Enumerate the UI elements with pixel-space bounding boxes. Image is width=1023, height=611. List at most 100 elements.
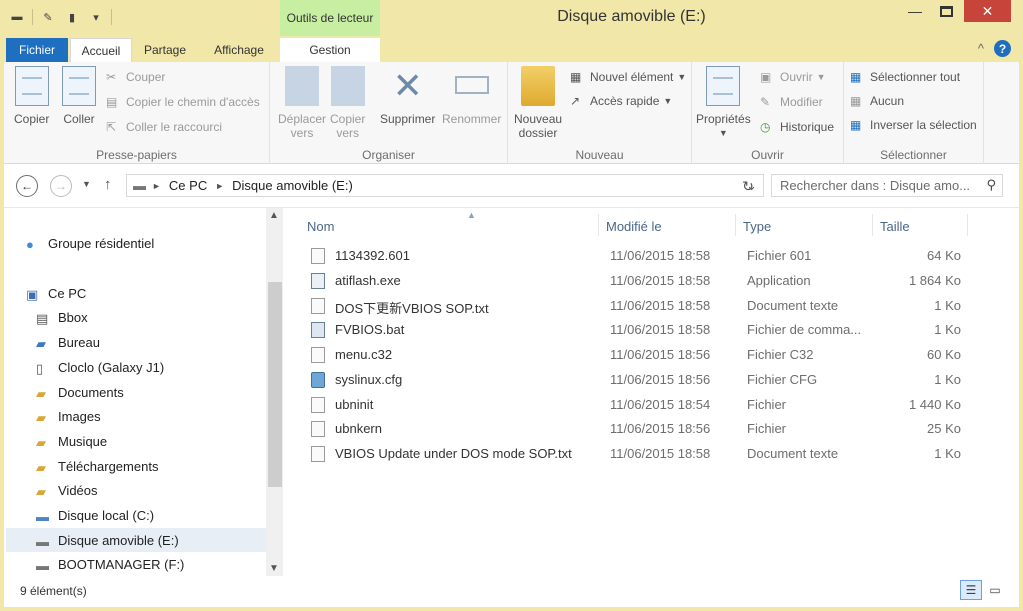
table-row[interactable]: VBIOS Update under DOS mode SOP.txt 11/06… <box>301 442 961 466</box>
context-tab-drive-tools[interactable]: Outils de lecteur <box>280 0 380 36</box>
navigation-pane: ● Groupe résidentiel ▣ Ce PC ▤ Bbox ▰ Bure… <box>4 208 287 576</box>
breadcrumb-current[interactable]: Disque amovible (E:) <box>232 178 353 193</box>
file-size: 1 864 Ko <box>908 273 961 288</box>
column-header-name[interactable]: Nom ▲ <box>307 210 597 238</box>
table-row[interactable]: menu.c32 11/06/2015 18:56 Fichier C32 60 Ko <box>301 343 961 367</box>
nav-scrollbar[interactable]: ▲ ▼ <box>266 208 283 576</box>
paste-button[interactable]: Coller <box>62 66 96 126</box>
rename-button[interactable]: Renommer <box>442 66 501 126</box>
scroll-up-icon[interactable]: ▲ <box>269 210 279 221</box>
column-divider[interactable] <box>735 214 736 236</box>
collapse-ribbon-icon[interactable]: ^ <box>978 41 984 56</box>
drive-icon: ▬ <box>133 178 146 193</box>
history-icon: ◷ <box>760 120 771 134</box>
edit-button[interactable]: ✎ Modifier <box>760 95 823 109</box>
tab-manage[interactable]: Gestion <box>280 38 380 62</box>
select-none-button[interactable]: ▦ Aucun <box>850 94 904 108</box>
new-folder-button[interactable]: Nouveau dossier <box>514 66 562 140</box>
select-all-button[interactable]: ▦ Sélectionner tout <box>850 70 960 84</box>
nav-item-desktop[interactable]: ▰ Bureau <box>36 335 100 351</box>
new-item-label: Nouvel élément <box>590 70 674 84</box>
title-bar: ▬ ✎ ▮ ▾ Outils de lecteur Disque amovibl… <box>4 0 1019 36</box>
tab-home[interactable]: Accueil <box>70 38 132 62</box>
tab-share[interactable]: Partage <box>134 38 196 62</box>
move-to-button[interactable]: Déplacer vers <box>278 66 326 140</box>
tab-view[interactable]: Affichage <box>204 38 274 62</box>
nav-item-videos[interactable]: ▰ Vidéos <box>36 483 98 499</box>
column-divider[interactable] <box>598 214 599 236</box>
close-button[interactable]: ✕ <box>964 0 1011 22</box>
delete-button[interactable]: ✕ Supprimer <box>380 66 435 127</box>
history-button[interactable]: ◷ Historique <box>760 120 834 134</box>
nav-item-downloads[interactable]: ▰ Téléchargements <box>36 459 158 475</box>
column-header-type[interactable]: Type <box>743 214 871 238</box>
details-view-button[interactable]: ☰ <box>960 580 982 600</box>
forward-button[interactable]: → <box>50 175 72 197</box>
properties-button[interactable]: Propriétés ▼ <box>696 66 751 140</box>
scrollbar-thumb[interactable] <box>268 282 282 487</box>
invert-selection-button[interactable]: ▦ Inverser la sélection <box>850 118 977 132</box>
back-button[interactable]: ← <box>16 175 38 197</box>
table-row[interactable]: FVBIOS.bat 11/06/2015 18:58 Fichier de com… <box>301 318 961 342</box>
breadcrumb-this-pc[interactable]: Ce PC <box>169 178 207 193</box>
table-row[interactable]: DOS下更新VBIOS SOP.txt 11/06/2015 18:58 Docum… <box>301 294 961 318</box>
new-item-button[interactable]: ▦ Nouvel élément ▼ <box>570 70 686 84</box>
copy-to-button[interactable]: Copier vers <box>330 66 365 140</box>
group-organize: Déplacer vers Copier vers ✕ Supprimer Re… <box>270 62 508 164</box>
table-row[interactable]: syslinux.cfg 11/06/2015 18:56 Fichier CFG 1… <box>301 368 961 392</box>
open-button[interactable]: ▣ Ouvrir ▼ <box>760 70 826 84</box>
cut-button[interactable]: ✂ Couper <box>106 70 165 84</box>
refresh-button[interactable]: ↻ <box>738 175 758 197</box>
copy-button[interactable]: Copier <box>14 66 49 126</box>
easy-access-button[interactable]: ↗ Accès rapide ▼ <box>570 94 672 108</box>
table-row[interactable]: atiflash.exe 11/06/2015 18:58 Application 1… <box>301 269 961 293</box>
column-header-size[interactable]: Taille <box>880 214 960 238</box>
select-all-icon: ▦ <box>850 70 862 84</box>
nav-item-pictures[interactable]: ▰ Images <box>36 409 101 425</box>
search-box[interactable]: Rechercher dans : Disque amo... ⚲ <box>771 174 1003 197</box>
toolbar-separator <box>111 9 112 25</box>
properties-qat-icon[interactable]: ✎ <box>39 8 57 26</box>
minimize-button[interactable]: — <box>901 0 929 22</box>
file-name: VBIOS Update under DOS mode SOP.txt <box>335 446 572 461</box>
scissors-icon: ✂ <box>106 70 117 84</box>
file-icon <box>311 421 325 437</box>
qat-dropdown-icon[interactable]: ▾ <box>87 8 105 26</box>
nav-item-documents[interactable]: ▰ Documents <box>36 385 124 401</box>
dropdown-arrow-icon: ▼ <box>718 128 728 138</box>
nav-homegroup-label: Groupe résidentiel <box>48 236 155 251</box>
music-icon: ▰ <box>36 434 46 450</box>
nav-homegroup[interactable]: ● Groupe résidentiel <box>26 236 155 252</box>
new-folder-qat-icon[interactable]: ▮ <box>63 8 81 26</box>
table-row[interactable]: ubnkern 11/06/2015 18:56 Fichier 25 Ko <box>301 417 961 441</box>
recent-locations-icon[interactable]: ▼ <box>82 179 91 189</box>
column-divider[interactable] <box>967 214 968 236</box>
group-label-clipboard: Presse-papiers <box>96 148 177 162</box>
nav-item-music[interactable]: ▰ Musique <box>36 434 107 450</box>
up-button[interactable]: ↑ <box>104 176 112 193</box>
file-name: atiflash.exe <box>335 273 401 288</box>
column-divider[interactable] <box>872 214 873 236</box>
column-label: Type <box>743 218 772 234</box>
nav-item-local-disk[interactable]: ▬ Disque local (C:) <box>36 508 154 524</box>
toolbar-separator <box>32 9 33 25</box>
nav-item-removable-disk[interactable]: ▬ Disque amovible (E:) <box>36 533 179 549</box>
scroll-down-icon[interactable]: ▼ <box>269 563 279 574</box>
large-icons-view-button[interactable]: ▭ <box>984 580 1006 600</box>
address-bar[interactable]: ▬ ► Ce PC ► Disque amovible (E:) ⌄ <box>126 174 764 197</box>
maximize-button[interactable] <box>932 0 960 22</box>
help-icon[interactable]: ? <box>994 40 1011 57</box>
paste-shortcut-button[interactable]: ⇱ Coller le raccourci <box>106 120 222 134</box>
nav-item-bbox[interactable]: ▤ Bbox <box>36 310 88 326</box>
forward-arrow-icon: → <box>55 179 67 193</box>
tab-file[interactable]: Fichier <box>6 38 68 62</box>
nav-this-pc[interactable]: ▣ Ce PC <box>26 286 86 302</box>
select-none-icon: ▦ <box>850 94 862 108</box>
table-row[interactable]: 1134392.601 11/06/2015 18:58 Fichier 601 64… <box>301 244 961 268</box>
copy-path-button[interactable]: ▤ Copier le chemin d'accès <box>106 95 260 109</box>
phone-icon: ▯ <box>36 360 44 376</box>
nav-item-phone[interactable]: ▯ Cloclo (Galaxy J1) <box>36 360 164 376</box>
column-header-modified[interactable]: Modifié le <box>606 214 734 238</box>
table-row[interactable]: ubninit 11/06/2015 18:54 Fichier 1 440 Ko <box>301 393 961 417</box>
nav-item-bootmanager[interactable]: ▬ BOOTMANAGER (F:) <box>36 557 184 573</box>
